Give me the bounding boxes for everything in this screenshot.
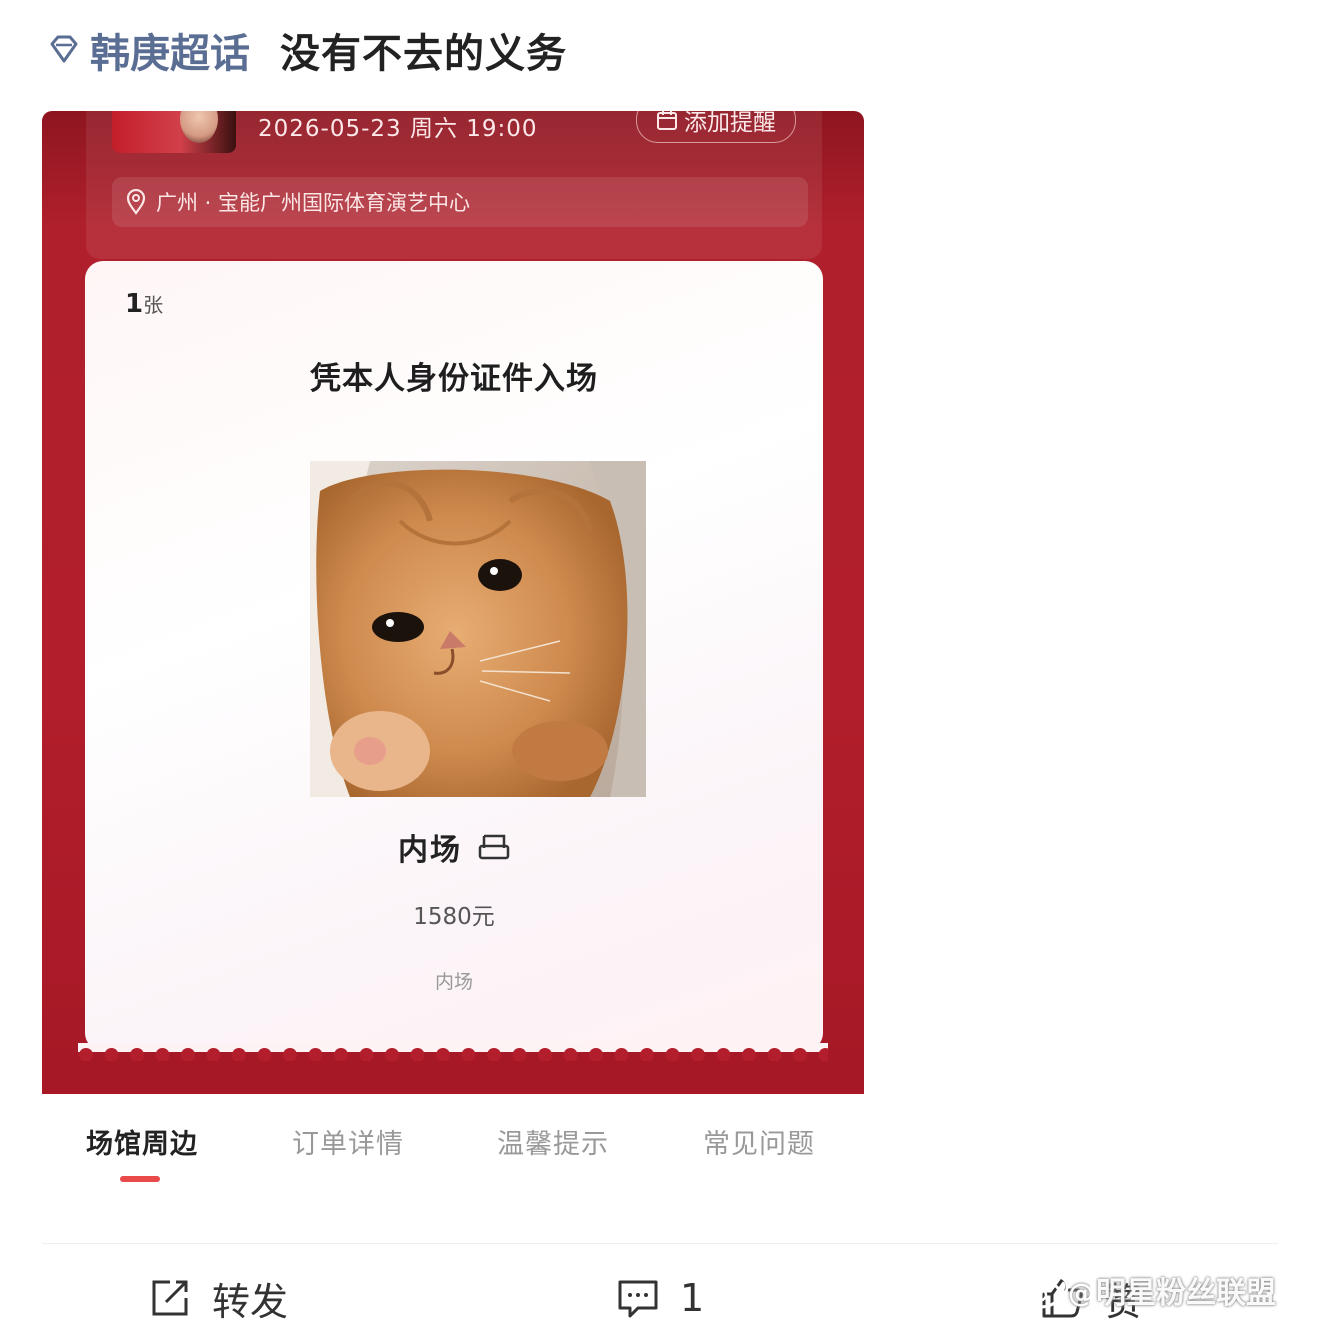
post-text: 没有不去的义务 xyxy=(280,31,567,77)
weibo-logo-icon: @ xyxy=(1018,1275,1090,1309)
add-reminder-button[interactable]: 添加提醒 xyxy=(636,111,796,143)
zone-subtitle: 内场 xyxy=(434,971,473,993)
tab-venue-surroundings[interactable]: 场馆周边 xyxy=(86,1122,198,1161)
diamond-icon xyxy=(50,35,78,63)
entry-note: 凭本人身份证件入场 xyxy=(310,361,598,397)
zone-row: 内场 xyxy=(85,825,823,869)
ticket-count-unit: 张 xyxy=(143,293,164,317)
event-poster xyxy=(112,111,236,153)
post-header: 韩庚超话 没有不去的义务 xyxy=(44,22,567,78)
ticket-screenshot: 2026-05-23 周六 19:00 添加提醒 广州 · 宝能广州国际体育演艺… xyxy=(42,111,864,1094)
comment-count: 1 xyxy=(680,1276,705,1320)
ticket-perforation xyxy=(78,1043,828,1061)
repost-label: 转发 xyxy=(212,1279,289,1324)
watermark-text: 明星粉丝联盟 xyxy=(1096,1276,1276,1311)
venue-row[interactable]: 广州 · 宝能广州国际体育演艺中心 xyxy=(112,177,808,227)
repost-button[interactable]: 转发 xyxy=(148,1270,288,1326)
comment-button[interactable]: 1 xyxy=(616,1270,704,1326)
watermark: @ 明星粉丝联盟 xyxy=(1016,1268,1276,1312)
supertopic-link[interactable]: 韩庚超话 xyxy=(44,21,250,79)
sad-cat-image xyxy=(310,461,646,797)
detail-tab-bar: 场馆周边 订单详情 温馨提示 常见问题 xyxy=(42,1094,864,1204)
active-tab-indicator xyxy=(120,1176,160,1182)
action-divider xyxy=(42,1243,1278,1244)
zone-title: 内场 xyxy=(398,833,462,868)
seat-icon xyxy=(478,834,510,860)
repost-icon xyxy=(152,1280,188,1316)
tab-order-details[interactable]: 订单详情 xyxy=(292,1122,404,1161)
calendar-icon xyxy=(657,111,677,130)
supertopic-name: 韩庚超话 xyxy=(90,31,250,77)
location-pin-icon xyxy=(126,189,146,215)
event-card: 2026-05-23 周六 19:00 添加提醒 广州 · 宝能广州国际体育演艺… xyxy=(86,111,822,259)
ticket-count: 1张 xyxy=(125,289,163,319)
venue-name: 广州 · 宝能广州国际体育演艺中心 xyxy=(156,191,471,215)
ticket-count-number: 1 xyxy=(125,289,144,319)
tab-reminders[interactable]: 温馨提示 xyxy=(497,1122,609,1161)
ticket-price: 1580元 xyxy=(413,904,495,930)
svg-text:@: @ xyxy=(1068,1279,1090,1309)
tab-faq[interactable]: 常见问题 xyxy=(703,1122,815,1161)
ticket-card: 1张 凭本人身份证件入场 内场 1580元 内场 xyxy=(85,261,823,1051)
event-datetime: 2026-05-23 周六 19:00 xyxy=(258,116,538,142)
add-reminder-label: 添加提醒 xyxy=(684,111,776,136)
comment-icon xyxy=(618,1280,658,1318)
